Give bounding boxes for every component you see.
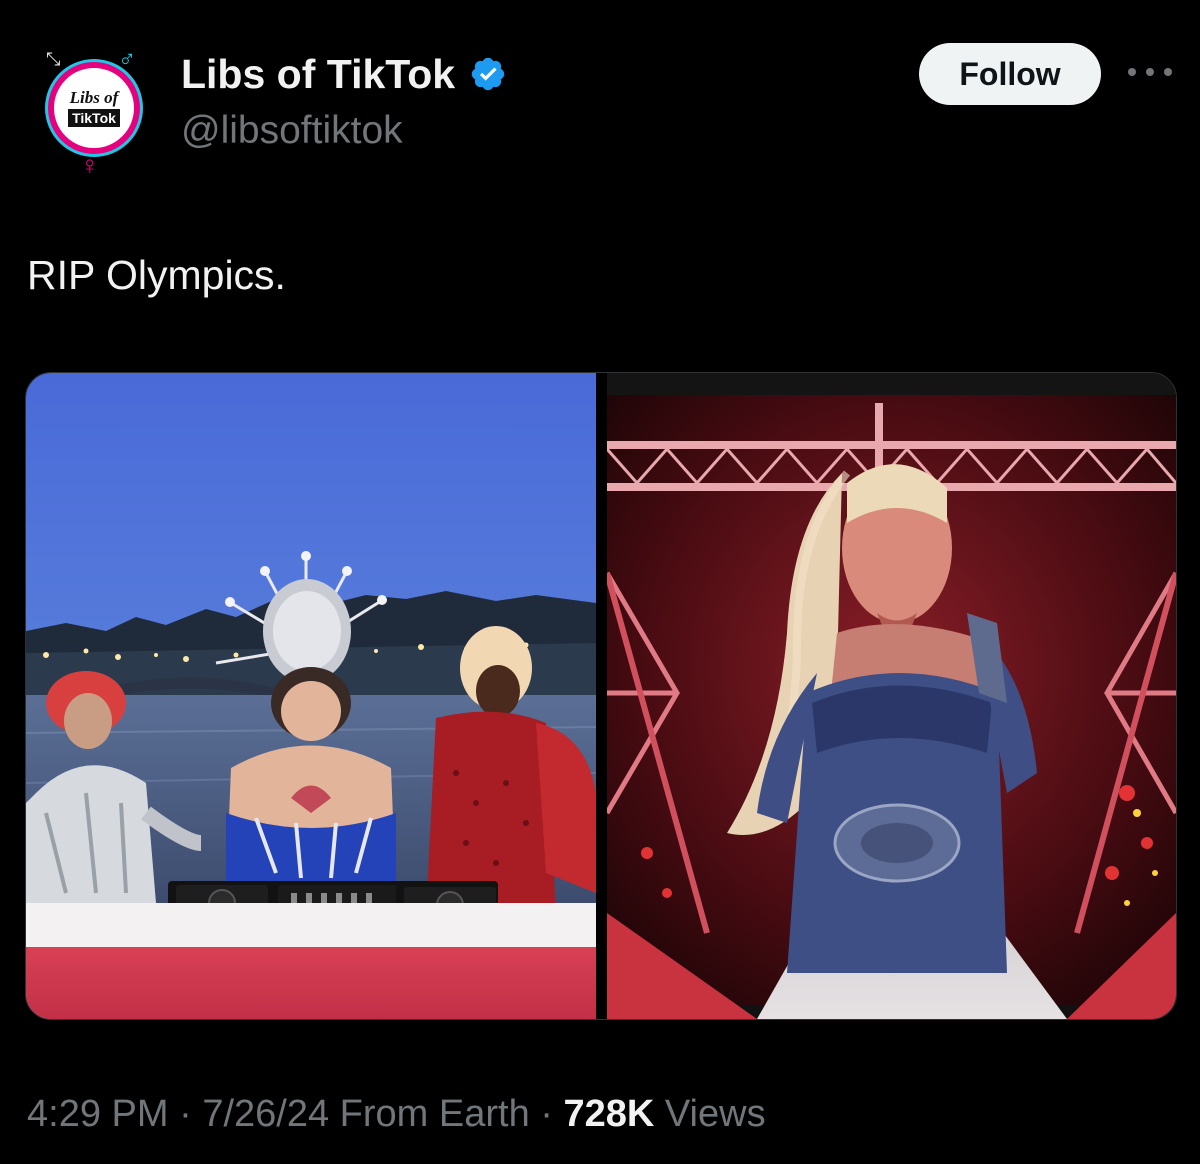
- author-handle[interactable]: @libsoftiktok: [181, 108, 403, 154]
- tweet-time[interactable]: 4:29 PM: [27, 1093, 169, 1135]
- more-dot: [1146, 68, 1154, 76]
- tweet-media-grid: [25, 372, 1177, 1020]
- views-count[interactable]: 728K: [564, 1093, 655, 1135]
- more-dot: [1128, 68, 1136, 76]
- female-symbol-icon: ♀: [80, 150, 100, 180]
- tweet-text: RIP Olympics.: [27, 252, 286, 298]
- follow-button[interactable]: Follow: [919, 43, 1101, 105]
- transgender-arrow-icon: ⤡: [46, 49, 61, 69]
- verified-badge-icon: [471, 57, 505, 91]
- tweet-meta: 4:29 PM · 7/26/24 From Earth · 728K View…: [27, 1088, 766, 1140]
- profile-avatar[interactable]: ⤡ ♂ Libs of TikTok ♀: [40, 40, 150, 178]
- media-image-left[interactable]: [26, 373, 596, 1019]
- tweet-date[interactable]: 7/26/24: [202, 1093, 329, 1135]
- author-display-name[interactable]: Libs of TikTok: [181, 50, 455, 98]
- more-dot: [1164, 68, 1172, 76]
- more-options-icon[interactable]: [1128, 62, 1172, 82]
- tweet-source: From Earth: [329, 1093, 530, 1135]
- media-image-right[interactable]: [607, 373, 1176, 1019]
- author-name-row: Libs of TikTok: [181, 50, 507, 98]
- avatar-logo: Libs of TikTok: [48, 62, 140, 154]
- male-symbol-icon: ♂: [118, 46, 136, 73]
- views-label: Views: [654, 1093, 766, 1135]
- meta-separator: ·: [529, 1093, 564, 1135]
- avatar-logo-text-bottom: TikTok: [68, 109, 120, 127]
- avatar-logo-text-top: Libs of: [69, 88, 119, 107]
- meta-separator: ·: [168, 1093, 203, 1135]
